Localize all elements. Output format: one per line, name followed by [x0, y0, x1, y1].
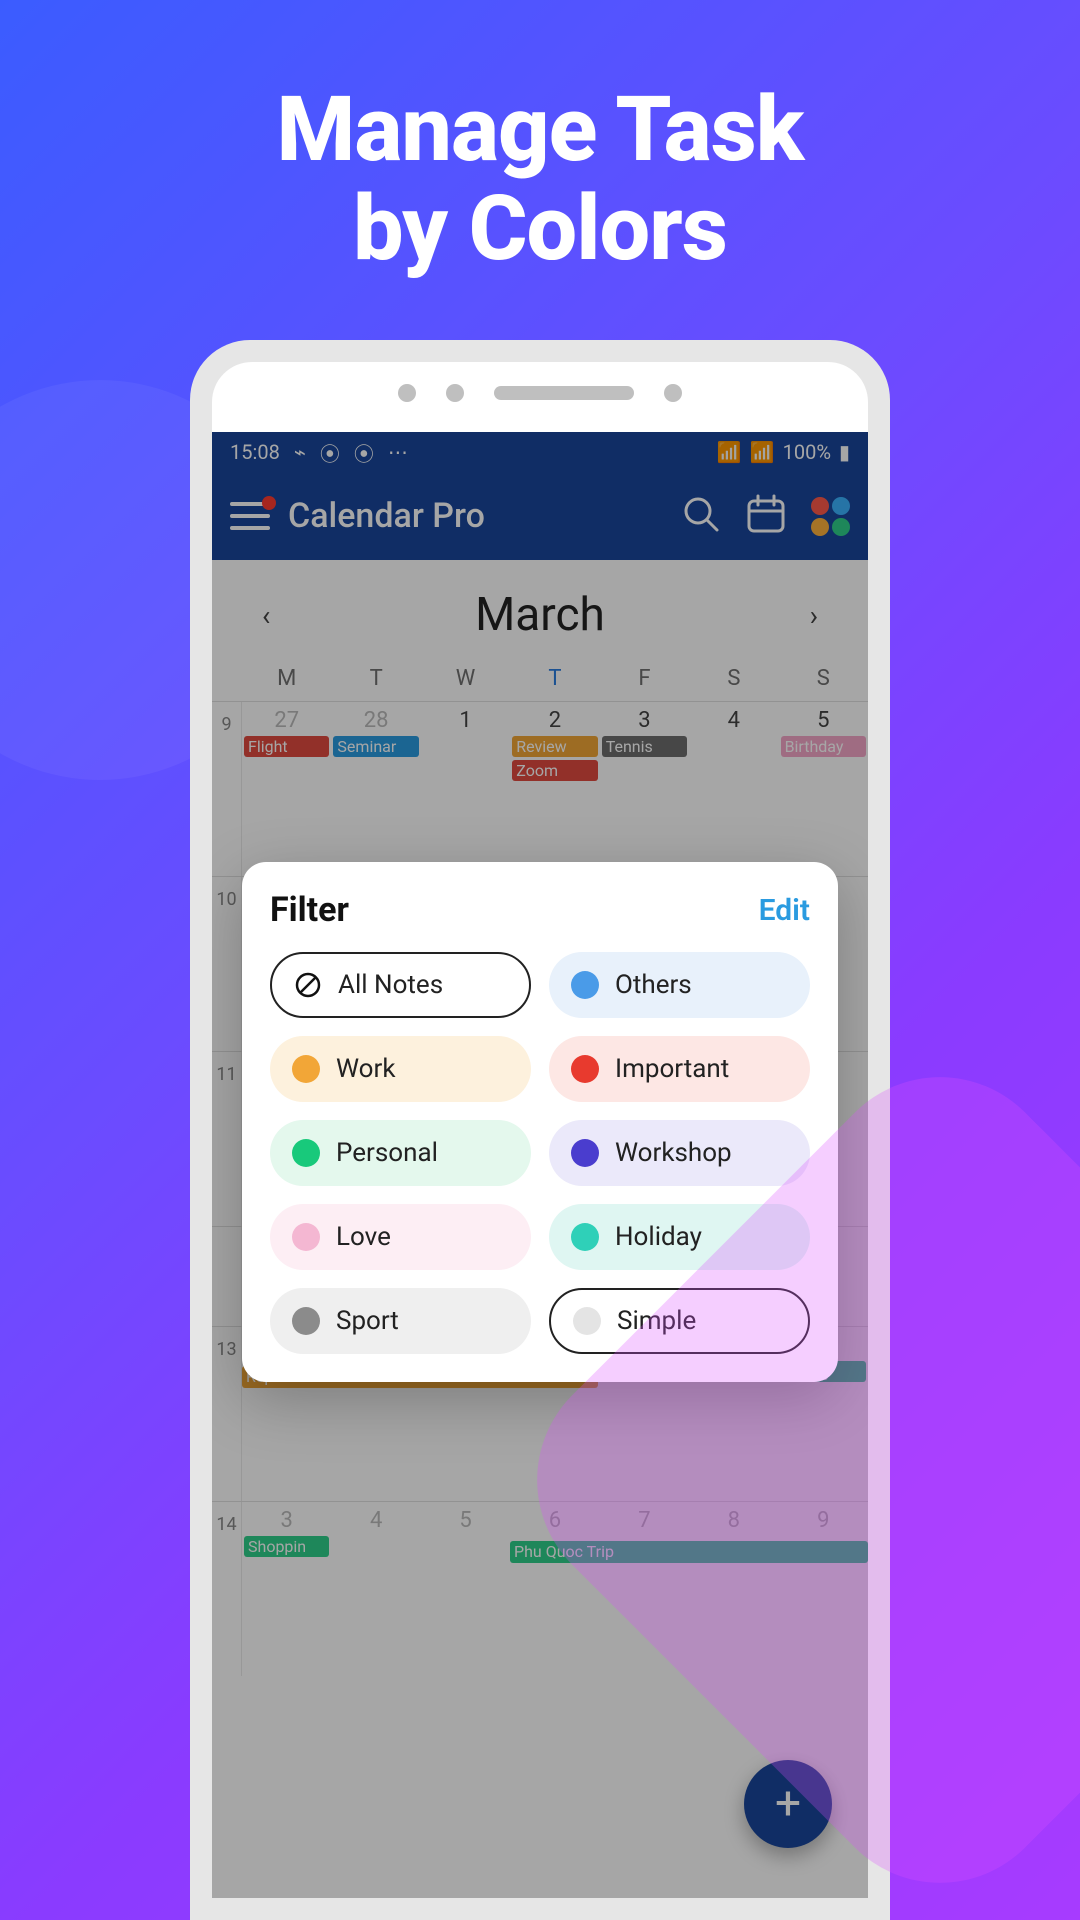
calendar-day[interactable]: 8: [689, 1502, 778, 1676]
color-dot-icon: [292, 1223, 320, 1251]
filter-chip-label: All Notes: [338, 970, 443, 1000]
filter-chip-label: Holiday: [615, 1222, 702, 1252]
filter-chip-label: Simple: [617, 1306, 696, 1336]
no-filter-icon: [294, 971, 322, 999]
filter-chip-love[interactable]: Love: [270, 1204, 531, 1270]
phone-earpiece: [212, 362, 868, 420]
calendar-day[interactable]: 31: [600, 1327, 689, 1501]
filter-chip-label: Workshop: [615, 1138, 732, 1168]
filter-chip-simple[interactable]: Simple: [549, 1288, 810, 1354]
filter-dialog: Filter Edit All Notes Others Work Important…: [242, 862, 838, 1382]
filter-chip-label: Sport: [336, 1306, 399, 1336]
calendar-day[interactable]: 1: [689, 1327, 778, 1501]
filter-chip-others[interactable]: Others: [549, 952, 810, 1018]
event-chip[interactable]: Family: [781, 1361, 866, 1382]
filter-chip-label: Love: [336, 1222, 391, 1252]
filter-title: Filter: [270, 890, 349, 930]
calendar-day[interactable]: 2 Family: [779, 1327, 868, 1501]
filter-chip-important[interactable]: Important: [549, 1036, 810, 1102]
filter-chip-all[interactable]: All Notes: [270, 952, 531, 1018]
color-dot-icon: [571, 1055, 599, 1083]
color-dot-icon: [571, 971, 599, 999]
filter-chip-label: Important: [615, 1054, 729, 1084]
calendar-day[interactable]: 9: [779, 1502, 868, 1676]
color-dot-icon: [292, 1139, 320, 1167]
filter-chip-holiday[interactable]: Holiday: [549, 1204, 810, 1270]
color-dot-icon: [571, 1139, 599, 1167]
color-dot-icon: [292, 1055, 320, 1083]
marketing-headline: Manage Taskby Colors: [0, 80, 1080, 278]
filter-chip-workshop[interactable]: Workshop: [549, 1120, 810, 1186]
color-dot-icon: [573, 1307, 601, 1335]
filter-chip-work[interactable]: Work: [270, 1036, 531, 1102]
phone-frame: 15:08 ⌁ ⦿ ⦿ ⋯ 📶 📶 100% ▮: [190, 340, 890, 1920]
filter-chip-label: Work: [336, 1054, 396, 1084]
color-dot-icon: [571, 1223, 599, 1251]
edit-filters-button[interactable]: Edit: [759, 893, 810, 928]
color-dot-icon: [292, 1307, 320, 1335]
filter-chip-label: Personal: [336, 1138, 438, 1168]
filter-chip-sport[interactable]: Sport: [270, 1288, 531, 1354]
filter-chip-personal[interactable]: Personal: [270, 1120, 531, 1186]
filter-chip-label: Others: [615, 970, 692, 1000]
